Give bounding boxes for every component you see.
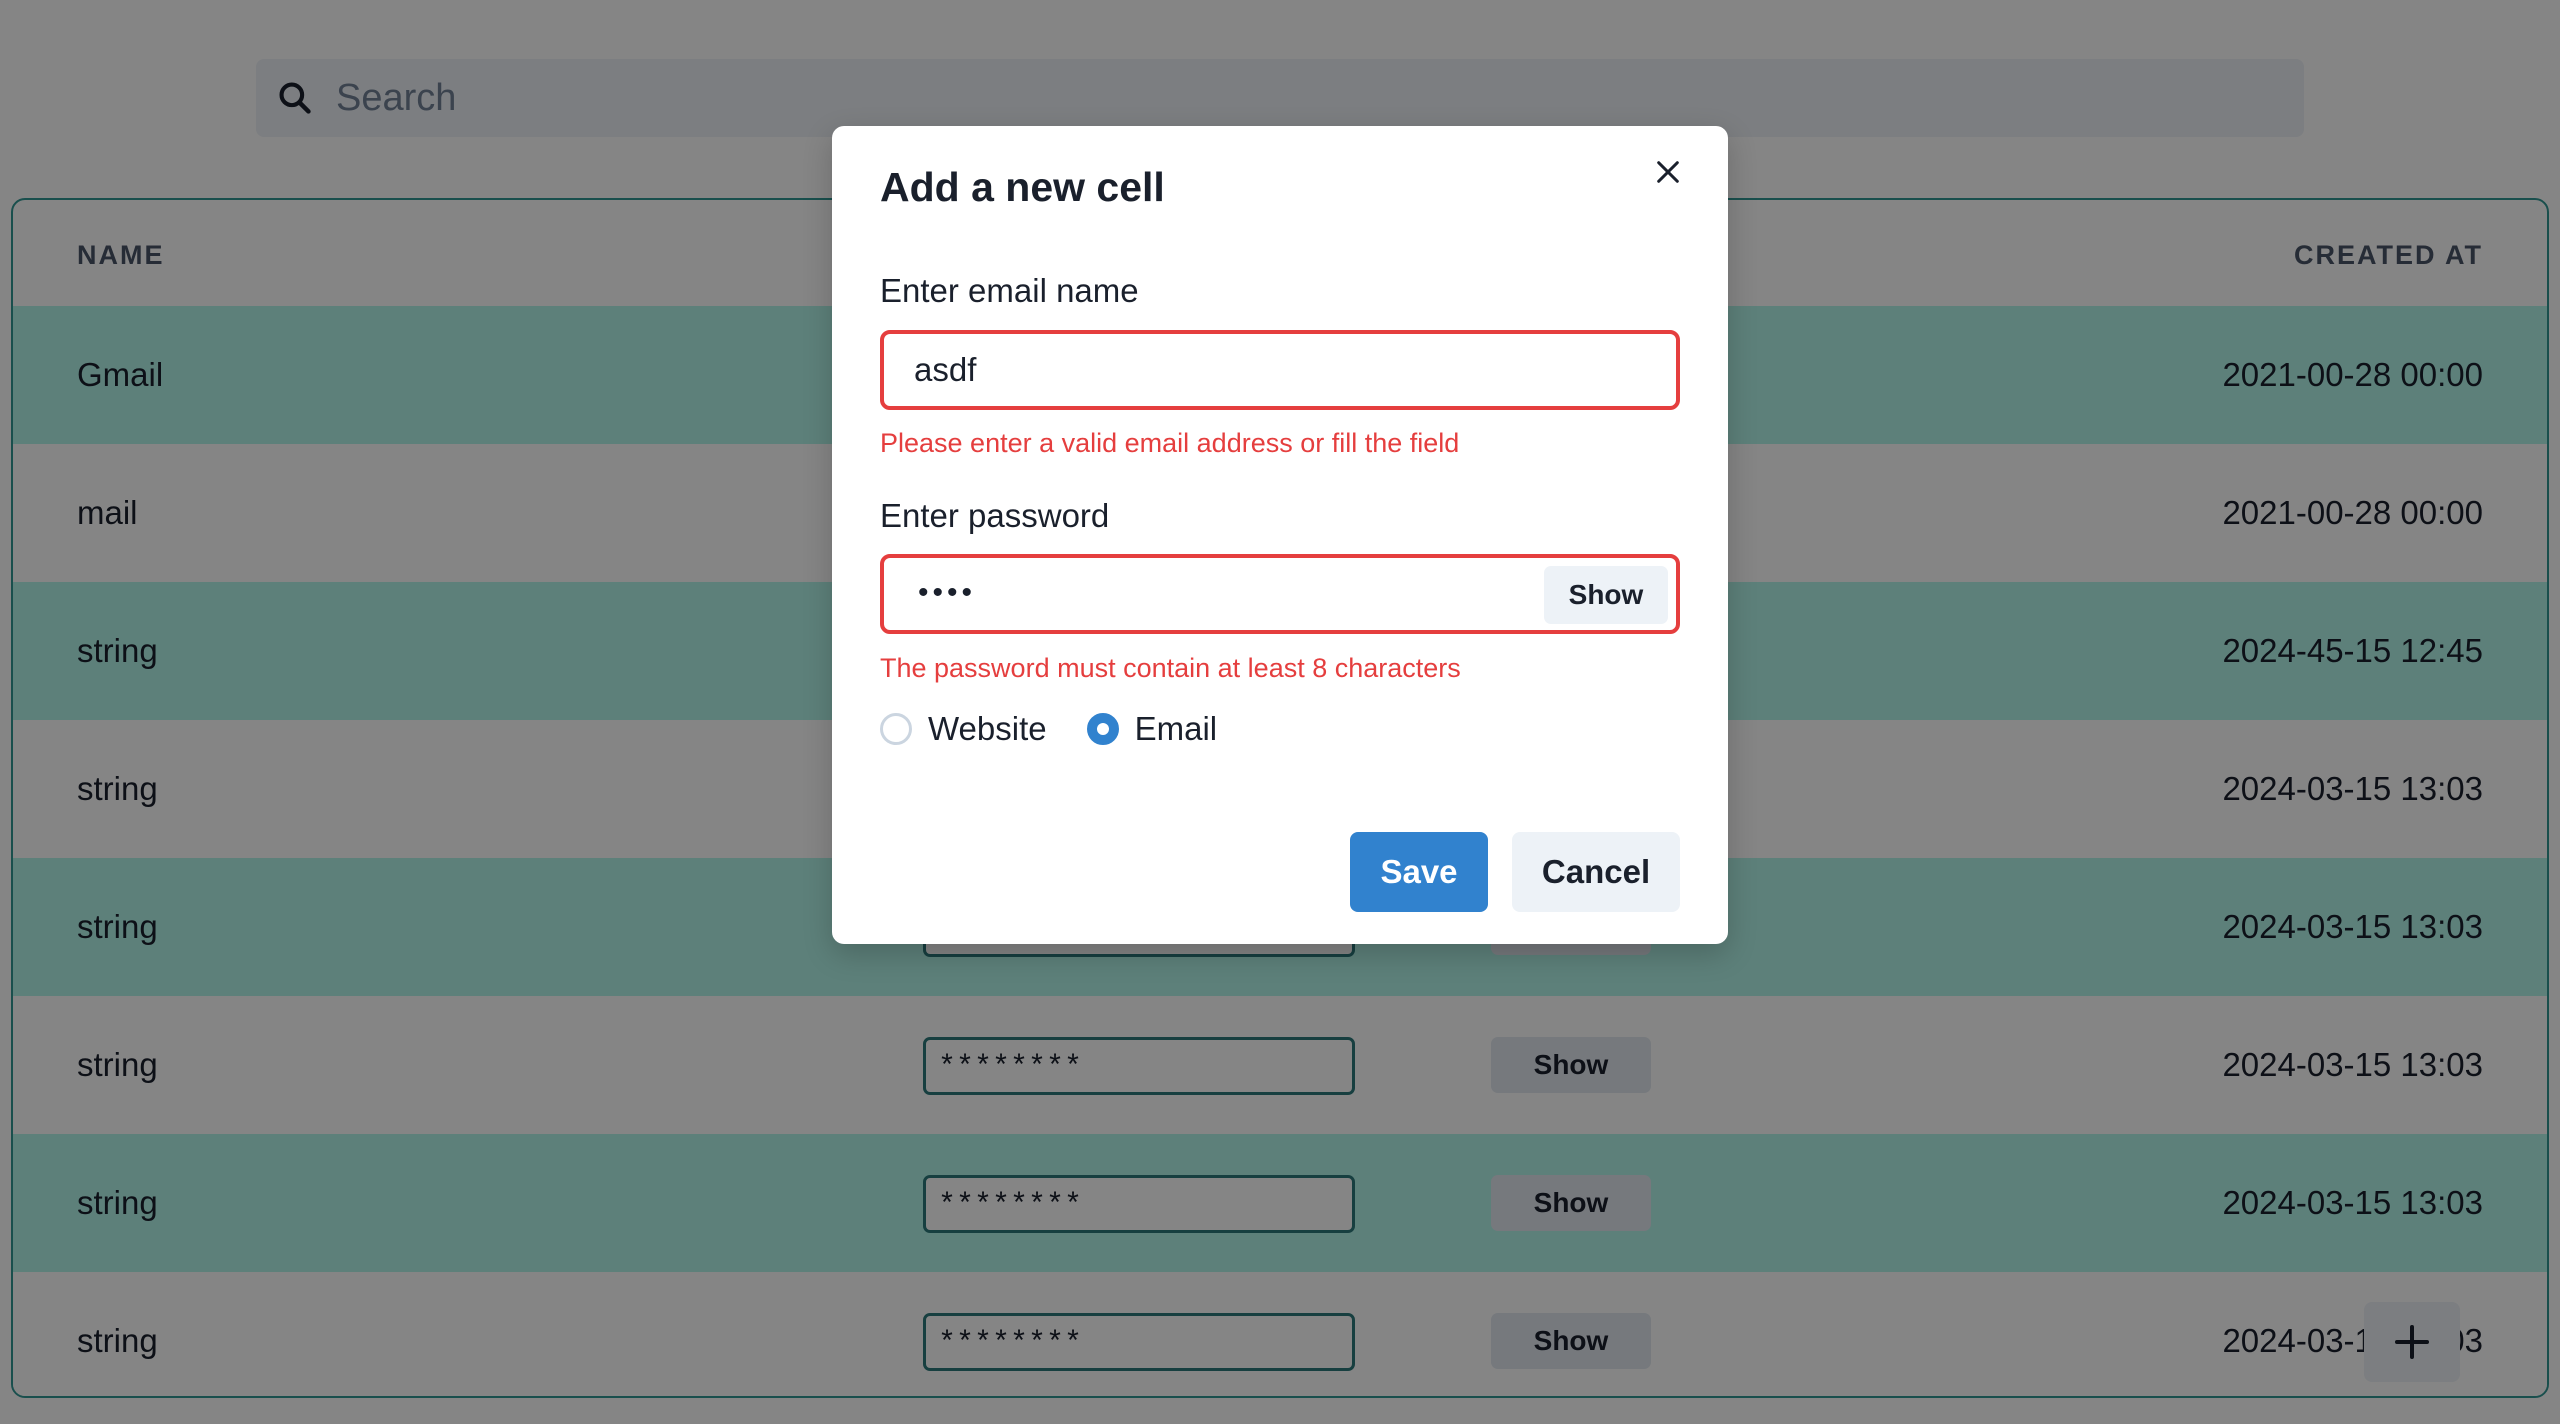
modal-title: Add a new cell: [880, 164, 1165, 210]
password-field[interactable]: •••• Show: [880, 554, 1680, 634]
save-button[interactable]: Save: [1350, 832, 1488, 912]
password-label: Enter password: [880, 497, 1110, 534]
radio-email[interactable]: Email: [1086, 710, 1218, 748]
radio-button-email[interactable]: [1086, 713, 1119, 745]
radio-label-email: Email: [1134, 710, 1218, 747]
password-input[interactable]: ••••: [918, 576, 976, 610]
radio-button-website[interactable]: [880, 713, 912, 745]
show-password-button[interactable]: Show: [1544, 566, 1668, 624]
email-error-message: Please enter a valid email address or fi…: [880, 428, 1460, 458]
email-field[interactable]: [880, 330, 1680, 410]
close-button[interactable]: [1648, 152, 1688, 192]
type-radio-group: Website Email: [880, 710, 1257, 748]
cancel-button[interactable]: Cancel: [1512, 832, 1680, 912]
close-icon: [1657, 161, 1679, 183]
add-cell-modal: Add a new cell Enter email name Please e…: [832, 126, 1728, 944]
radio-website[interactable]: Website: [880, 710, 1047, 748]
email-input[interactable]: [914, 334, 1514, 406]
email-label: Enter email name: [880, 272, 1139, 309]
password-error-message: The password must contain at least 8 cha…: [880, 653, 1461, 683]
radio-label-website: Website: [928, 710, 1047, 747]
